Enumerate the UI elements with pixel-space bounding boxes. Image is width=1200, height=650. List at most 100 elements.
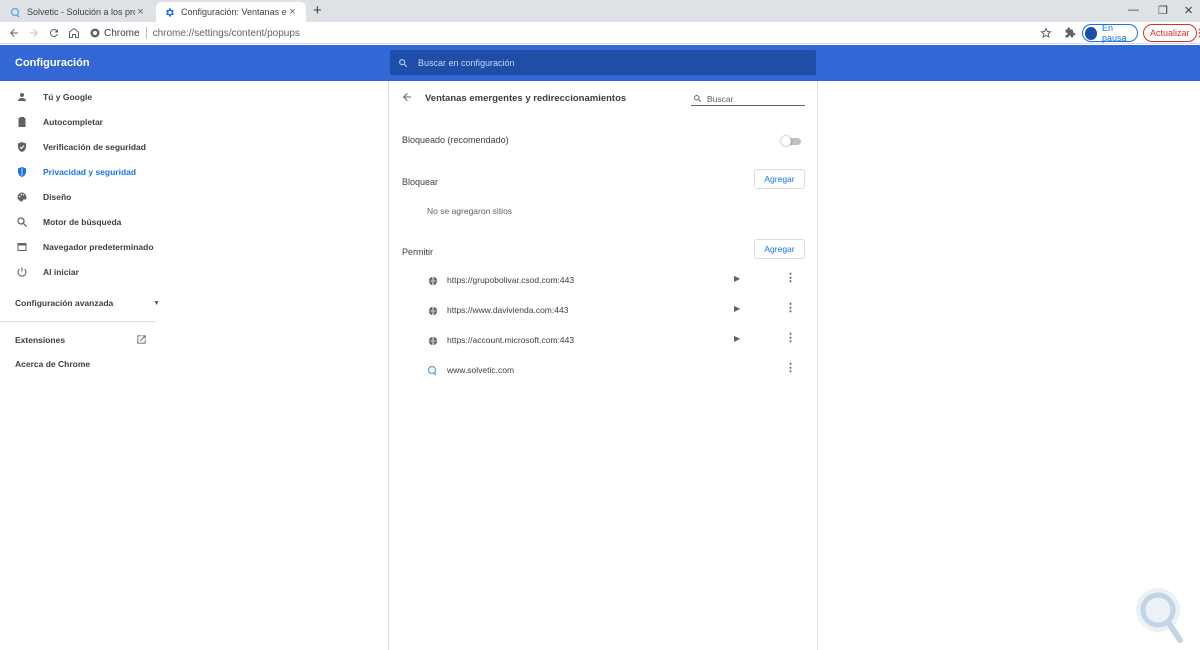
subpage-title: Ventanas emergentes y redireccionamiento… [425,93,627,104]
forward-arrow-icon[interactable] [26,25,42,41]
sidebar-item-search-engine[interactable]: Motor de búsqueda [0,211,160,233]
url-text: chrome://settings/content/popups [152,27,300,39]
sidebar-item-label: Al iniciar [43,267,79,277]
sidebar-item-extensions[interactable]: Extensiones [15,334,147,345]
restore-icon[interactable]: ❐ [1158,4,1168,17]
tab-title: Solvetic - Solución a los problemas [27,7,135,17]
power-icon [16,266,28,278]
close-tab-icon[interactable]: × [135,6,146,18]
solvetic-favicon-icon [10,7,21,18]
shield-icon [16,166,28,178]
open-in-new-icon [136,334,147,345]
sidebar-item-privacy[interactable]: Privacidad y seguridad [0,161,160,183]
sidebar-item-autofill[interactable]: Autocompletar [0,111,160,133]
update-label: Actualizar [1150,28,1190,38]
sidebar-item-safety-check[interactable]: Verificación de seguridad [0,136,160,158]
address-separator [145,27,147,39]
subpage-search-input[interactable]: Buscar [691,92,805,106]
sidebar-item-label: Privacidad y seguridad [43,167,137,177]
sidebar-item-you-and-google[interactable]: Tú y Google [0,86,160,108]
blocked-toggle[interactable] [781,136,803,146]
sidebar-item-label: Autocompletar [43,117,103,127]
tab-solvetic[interactable]: Solvetic - Solución a los problemas × [2,2,154,22]
search-icon [693,94,702,103]
tab-settings[interactable]: Configuración: Ventanas emergentes × [156,2,306,22]
tab-strip: Solvetic - Solución a los problemas × Co… [0,0,1200,22]
sidebar-advanced-toggle[interactable]: Configuración avanzada ▼ [15,298,160,308]
search-icon [16,216,28,228]
site-url: https://account.microsoft.com:443 [447,335,575,345]
list-item[interactable]: https://account.microsoft.com:443 ▶ ⋮ [389,325,819,355]
page-title: Configuración [15,57,90,69]
block-empty-message: No se agregaron sitios [427,206,513,216]
chrome-logo-icon [90,28,100,38]
profile-paused-button[interactable]: En pausa [1082,23,1138,43]
chevron-right-icon[interactable]: ▶ [734,304,740,313]
settings-search-input[interactable]: Buscar en configuración [390,50,816,75]
site-url: www.solvetic.com [447,365,515,375]
clipboard-icon [16,116,28,128]
sidebar-advanced-label: Configuración avanzada [15,298,114,308]
new-tab-button[interactable]: + [313,3,322,19]
sidebar-item-label: Verificación de seguridad [43,142,146,152]
more-actions-icon[interactable]: ⋮ [785,363,796,374]
caret-down-icon: ▼ [153,299,160,307]
gear-icon [164,7,175,18]
reload-icon[interactable] [46,25,62,41]
close-window-icon[interactable]: ✕ [1184,4,1193,17]
add-allowed-site-button[interactable]: Agregar [754,239,805,259]
more-actions-icon[interactable]: ⋮ [785,273,796,284]
sidebar-item-label: Diseño [43,192,72,202]
back-arrow-icon[interactable] [6,25,22,41]
menu-dots-icon: ⋮ [1194,27,1200,39]
solvetic-icon [427,365,438,376]
chevron-right-icon[interactable]: ▶ [734,334,740,343]
home-icon[interactable] [66,25,82,41]
sidebar-item-label: Navegador predeterminado [43,242,154,252]
search-icon [398,58,408,68]
list-item[interactable]: https://grupobolivar.csod.com:443 ▶ ⋮ [389,265,819,295]
profile-label: En pausa [1101,23,1127,43]
sidebar-item-label: Motor de búsqueda [43,217,122,227]
solvetic-watermark-logo [1128,582,1192,646]
back-arrow-icon[interactable] [401,91,413,103]
sidebar-item-about[interactable]: Acerca de Chrome [15,359,90,369]
shield-check-icon [16,141,28,153]
settings-card: Ventanas emergentes y redireccionamiento… [388,81,818,650]
subpage-search-placeholder: Buscar [707,93,734,104]
site-url: https://www.davivienda.com:443 [447,305,569,315]
palette-icon [16,191,28,203]
sidebar-extensions-label: Extensiones [15,334,66,345]
sidebar-item-appearance[interactable]: Diseño [0,186,160,208]
allow-section-heading: Permitir [402,247,433,257]
tab-title: Configuración: Ventanas emergentes [181,7,287,17]
toolbar: Chrome chrome://settings/content/popups … [0,22,1200,44]
sidebar-item-label: Tú y Google [43,92,93,102]
extensions-puzzle-icon[interactable] [1062,25,1078,41]
settings-header: Configuración Buscar en configuración [0,45,1200,81]
avatar [1085,26,1097,40]
more-actions-icon[interactable]: ⋮ [785,333,796,344]
minimize-icon[interactable]: — [1128,4,1139,16]
bookmark-star-icon[interactable] [1038,25,1054,41]
sidebar-item-default-browser[interactable]: Navegador predeterminado [0,236,160,258]
globe-icon [427,305,438,316]
toggle-knob [781,136,791,146]
list-item[interactable]: www.solvetic.com ⋮ [389,355,819,385]
list-item[interactable]: https://www.davivienda.com:443 ▶ ⋮ [389,295,819,325]
globe-icon [427,335,438,346]
browser-icon [16,241,28,253]
add-blocked-site-button[interactable]: Agregar [754,169,805,189]
address-bar[interactable]: Chrome chrome://settings/content/popups [90,24,1030,42]
block-section-heading: Bloquear [402,177,439,187]
sidebar-divider [0,321,156,322]
chevron-right-icon[interactable]: ▶ [734,274,740,283]
globe-icon [427,275,438,286]
blocked-label: Bloqueado (recomendado) [402,135,509,145]
site-url: https://grupobolivar.csod.com:443 [447,275,575,285]
sidebar-item-on-startup[interactable]: Al iniciar [0,261,160,283]
close-tab-icon[interactable]: × [287,6,298,18]
more-actions-icon[interactable]: ⋮ [785,303,796,314]
site-label: Chrome [104,27,140,39]
update-button[interactable]: Actualizar ⋮ [1143,24,1200,42]
